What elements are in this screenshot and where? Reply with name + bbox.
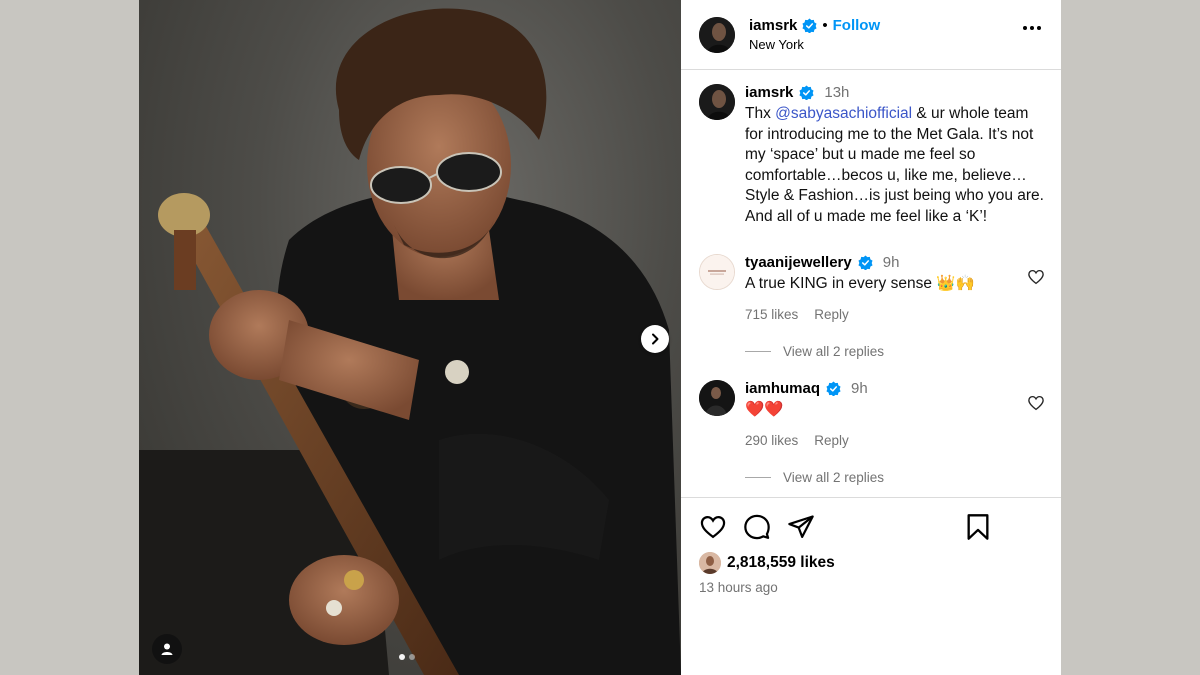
commenter-avatar[interactable] — [699, 380, 735, 416]
view-replies-label: View all 2 replies — [783, 469, 885, 485]
liker-avatar[interactable] — [699, 552, 721, 574]
carousel-dot-1 — [399, 654, 405, 660]
reply-button[interactable]: Reply — [814, 307, 849, 322]
commenter-username[interactable]: iamhumaq — [745, 380, 820, 397]
comment-text: ❤️❤️ — [745, 401, 784, 418]
verified-icon — [799, 85, 814, 100]
caption-timestamp[interactable]: 13h — [824, 84, 849, 101]
caption-text-rest: & ur whole team for introducing me to th… — [745, 105, 1044, 225]
caption-author-username[interactable]: iamsrk — [745, 84, 793, 101]
comment-like-heart-icon[interactable] — [1027, 268, 1045, 286]
avatar-image — [700, 255, 734, 289]
avatar-image — [699, 16, 735, 53]
like-button[interactable] — [699, 513, 727, 541]
reply-button[interactable]: Reply — [814, 433, 849, 448]
post-likes-count[interactable]: 2,818,559 likes — [727, 554, 835, 572]
comment-likes-count[interactable]: 715 likes — [745, 307, 798, 322]
carousel-indicator — [399, 654, 415, 660]
comment-timestamp[interactable]: 9h — [883, 254, 900, 271]
comment-button[interactable] — [743, 513, 771, 541]
caption-author-avatar[interactable] — [699, 84, 735, 120]
post-header: iamsrk • Follow New York — [681, 0, 1061, 70]
view-replies-button[interactable]: View all 2 replies — [745, 470, 1047, 485]
post-timestamp[interactable]: 13 hours ago — [699, 580, 1043, 595]
post-actions-bar: 2,818,559 likes 13 hours ago — [681, 497, 1061, 595]
view-replies-label: View all 2 replies — [783, 343, 885, 359]
heart-icon — [700, 515, 726, 539]
user-tag-icon — [161, 643, 173, 655]
bookmark-icon — [967, 514, 989, 540]
avatar-image — [699, 552, 721, 574]
avatar-image — [699, 380, 735, 416]
view-replies-button[interactable]: View all 2 replies — [745, 344, 1047, 359]
comment-timestamp[interactable]: 9h — [851, 380, 868, 397]
chevron-right-icon — [652, 333, 659, 345]
commenter-username[interactable]: tyaanijewellery — [745, 254, 852, 271]
instagram-post-modal: iamsrk • Follow New York iamsrk 13h Thx … — [139, 0, 1061, 675]
post-image — [139, 8, 681, 675]
more-options-icon[interactable] — [1023, 26, 1041, 30]
caption-mention-link[interactable]: @sabyasachiofficial — [775, 105, 912, 122]
replies-divider-line — [745, 476, 771, 478]
avatar-image — [699, 84, 735, 120]
carousel-dot-2 — [409, 654, 415, 660]
caption-text-start: Thx — [745, 105, 776, 122]
comment-likes-count[interactable]: 290 likes — [745, 433, 798, 448]
follow-button[interactable]: Follow — [833, 17, 881, 34]
comment-item: iamhumaq 9h ❤️❤️ 290 likes Reply View al… — [699, 380, 1047, 485]
post-caption: iamsrk 13h Thx @sabyasachiofficial & ur … — [699, 84, 1047, 227]
post-author-username[interactable]: iamsrk — [749, 17, 797, 34]
post-location[interactable]: New York — [749, 37, 880, 52]
comments-section: iamsrk 13h Thx @sabyasachiofficial & ur … — [681, 70, 1061, 497]
comment-item: tyaanijewellery 9h A true KING in every … — [699, 254, 1047, 359]
verified-icon — [802, 18, 817, 33]
comment-text: A true KING in every sense 👑🙌 — [745, 275, 975, 292]
post-photo — [139, 0, 681, 675]
verified-icon — [826, 381, 841, 396]
save-button[interactable] — [965, 513, 991, 541]
share-button[interactable] — [787, 513, 815, 541]
author-avatar[interactable] — [699, 16, 735, 53]
next-photo-button[interactable] — [641, 325, 669, 353]
commenter-avatar[interactable] — [699, 254, 735, 290]
comment-icon — [744, 514, 770, 540]
share-icon — [788, 515, 814, 539]
tagged-users-button[interactable] — [152, 634, 182, 664]
post-side-panel: iamsrk • Follow New York iamsrk 13h Thx … — [681, 0, 1061, 675]
caption-text: Thx @sabyasachiofficial & ur whole team … — [745, 104, 1047, 227]
replies-divider-line — [745, 350, 771, 352]
verified-icon — [858, 255, 873, 270]
comment-like-heart-icon[interactable] — [1027, 394, 1045, 412]
separator-dot: • — [822, 17, 828, 34]
